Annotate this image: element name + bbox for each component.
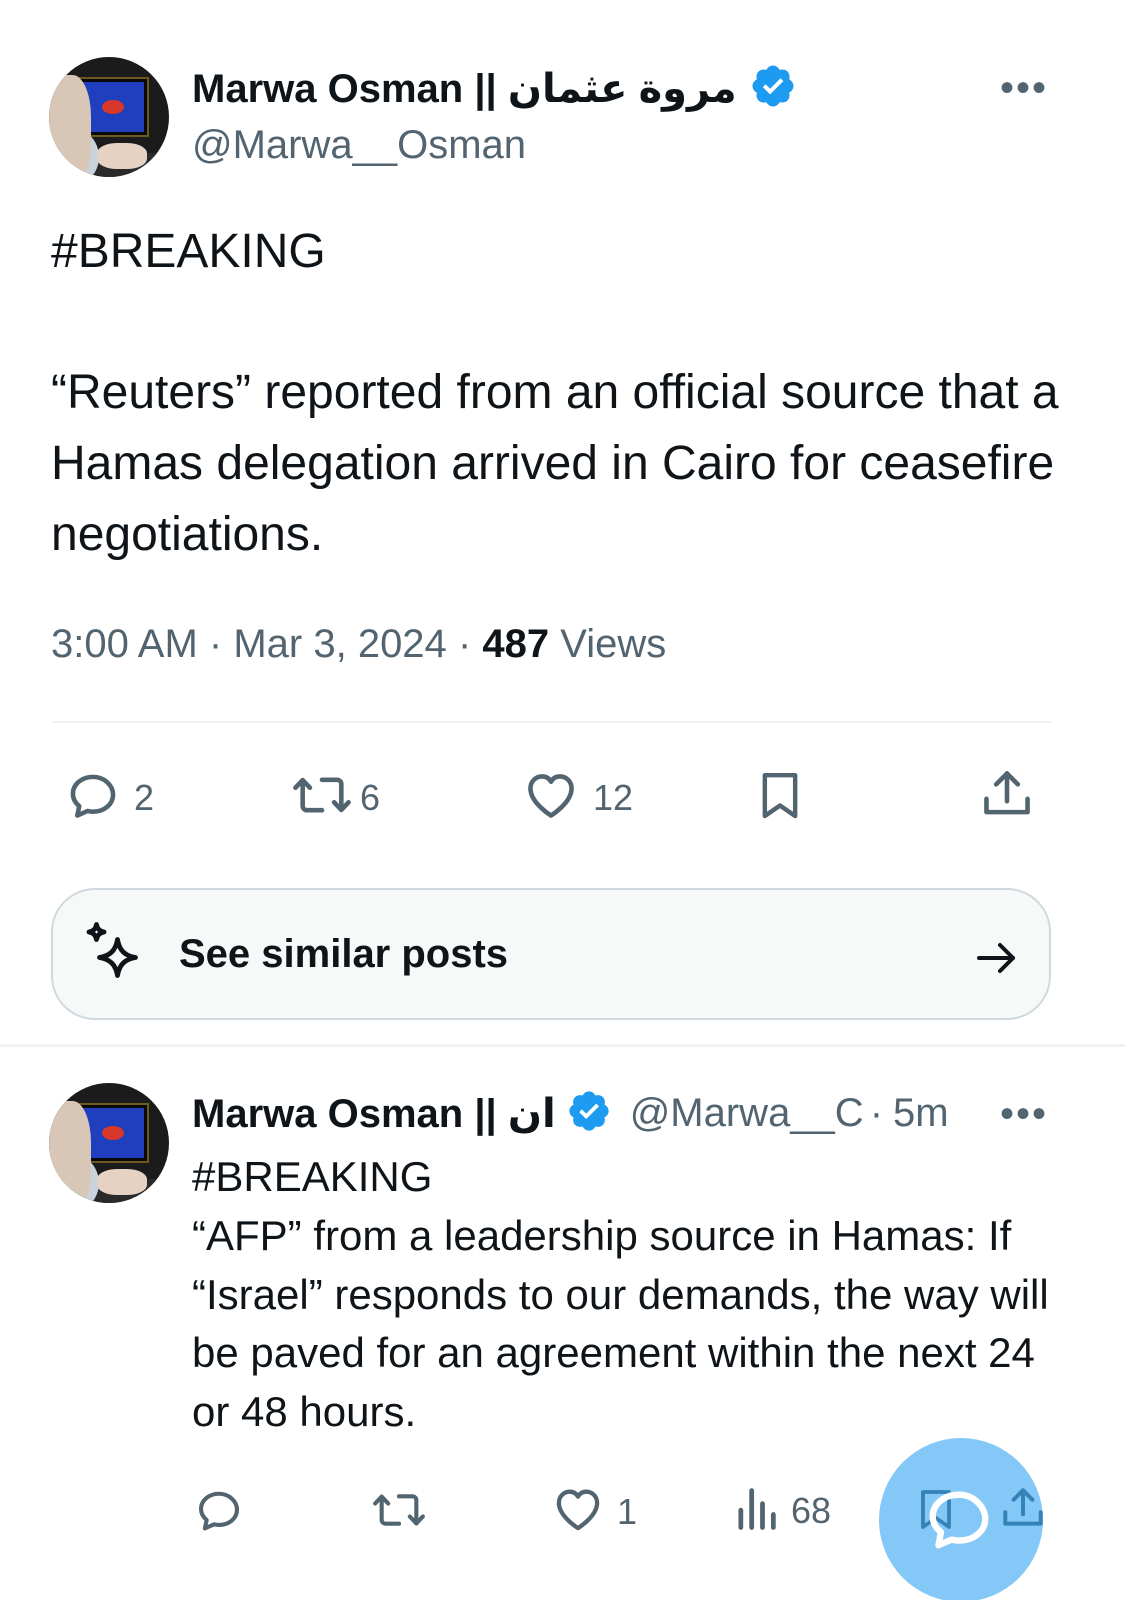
reply-age[interactable]: 5m xyxy=(893,1091,949,1136)
reply-author-handle[interactable]: @Marwa__C xyxy=(630,1091,864,1136)
sparkle-icon xyxy=(83,920,155,997)
like-button[interactable]: 1 xyxy=(551,1482,637,1541)
verified-badge-icon xyxy=(749,62,797,115)
analytics-icon xyxy=(733,1482,779,1539)
tweet-date[interactable]: Mar 3, 2024 xyxy=(233,622,446,666)
meta-separator: · xyxy=(208,622,223,666)
like-count: 12 xyxy=(593,776,634,818)
author-handle[interactable]: @Marwa__Osman xyxy=(192,123,526,168)
reply-button[interactable] xyxy=(192,1484,246,1541)
more-options-icon[interactable]: ••• xyxy=(1000,1094,1048,1134)
retweet-icon xyxy=(290,766,354,829)
retweet-button[interactable] xyxy=(369,1484,429,1541)
views-button[interactable]: 68 xyxy=(733,1482,831,1539)
share-icon xyxy=(978,764,1036,829)
reply-author-row: Marwa Osman || ان @Marwa__C · 5m xyxy=(192,1088,992,1139)
reply-icon xyxy=(192,1484,246,1541)
avatar[interactable] xyxy=(49,1083,169,1203)
retweet-count: 6 xyxy=(360,776,381,818)
views-count: 68 xyxy=(791,1489,832,1531)
more-options-icon[interactable]: ••• xyxy=(1000,68,1048,108)
meta-separator: · xyxy=(869,1091,884,1135)
tweet-time[interactable]: 3:00 AM xyxy=(51,622,198,666)
verified-badge-icon xyxy=(566,1088,612,1139)
author-row: Marwa Osman || مروة عثمان xyxy=(192,62,797,115)
divider xyxy=(51,721,1051,723)
see-similar-posts-button[interactable]: See similar posts xyxy=(51,888,1051,1020)
reply-body: “AFP” from a leadership source in Hamas:… xyxy=(192,1212,1049,1435)
new-reply-icon xyxy=(921,1482,997,1563)
retweet-button[interactable]: 6 xyxy=(290,766,380,829)
like-count: 1 xyxy=(617,1490,638,1532)
bookmark-button[interactable] xyxy=(752,764,808,831)
reply-icon xyxy=(64,766,122,829)
meta-separator: · xyxy=(457,622,472,666)
share-button[interactable] xyxy=(978,764,1036,829)
new-reply-fab-button[interactable] xyxy=(879,1438,1043,1600)
hashtag-link[interactable]: #BREAKING xyxy=(51,216,326,287)
heart-icon xyxy=(551,1482,605,1541)
avatar[interactable] xyxy=(49,57,169,177)
section-divider xyxy=(0,1044,1125,1047)
bookmark-icon xyxy=(752,764,808,831)
arrow-right-icon xyxy=(973,934,1021,987)
heart-icon xyxy=(521,766,581,829)
see-similar-posts-label: See similar posts xyxy=(179,932,509,976)
like-button[interactable]: 12 xyxy=(521,766,633,829)
reply-author-display-name[interactable]: Marwa Osman || ان xyxy=(192,1091,556,1137)
author-display-name[interactable]: Marwa Osman || مروة عثمان xyxy=(192,66,737,112)
tweet-body: “Reuters” reported from an official sour… xyxy=(51,366,1059,561)
views-label[interactable]: Views xyxy=(560,622,666,666)
reply-count: 2 xyxy=(134,776,155,818)
tweet-meta: 3:00 AM · Mar 3, 2024 · 487 Views xyxy=(51,622,666,667)
hashtag-link[interactable]: #BREAKING xyxy=(192,1148,432,1207)
reply-button[interactable]: 2 xyxy=(64,766,154,829)
views-count[interactable]: 487 xyxy=(482,622,549,666)
retweet-icon xyxy=(369,1484,429,1541)
